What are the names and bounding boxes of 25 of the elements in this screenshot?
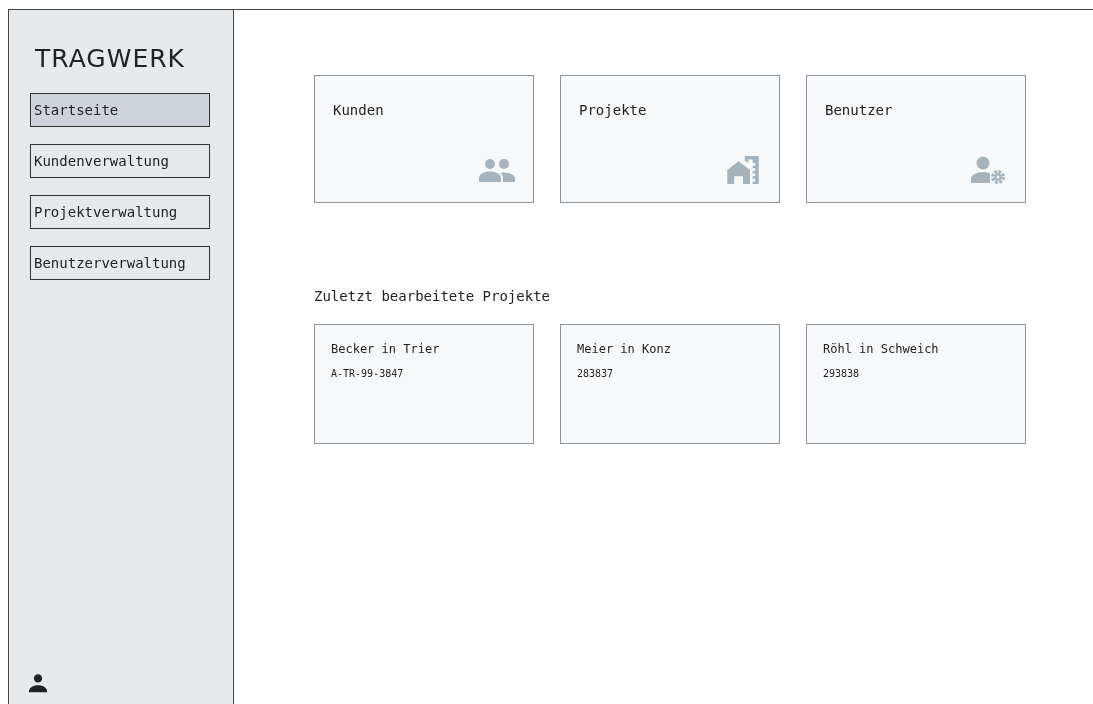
tile-label: Projekte <box>579 102 647 118</box>
user-icon[interactable] <box>27 672 49 694</box>
project-card[interactable]: Becker in Trier A-TR-99-3847 <box>314 324 534 444</box>
project-card[interactable]: Meier in Konz 283837 <box>560 324 780 444</box>
nav-item[interactable]: Benutzerverwaltung <box>30 246 210 280</box>
user-settings-icon <box>971 156 1007 184</box>
nav-item[interactable]: Startseite <box>30 93 210 127</box>
dashboard-tile[interactable]: Kunden <box>314 75 534 203</box>
project-name: Becker in Trier <box>331 342 440 356</box>
project-name: Meier in Konz <box>577 342 671 356</box>
project-number: A-TR-99-3847 <box>331 368 404 379</box>
people-icon <box>479 156 515 184</box>
section-heading: Zuletzt bearbeitete Projekte <box>314 288 551 304</box>
project-name: Röhl in Schweich <box>823 342 939 356</box>
house-icon <box>725 156 761 184</box>
project-number: 283837 <box>577 368 614 379</box>
tile-label: Kunden <box>333 102 384 118</box>
tile-label: Benutzer <box>825 102 893 118</box>
nav-item[interactable]: Projektverwaltung <box>30 195 210 229</box>
dashboard-tile[interactable]: Projekte <box>560 75 780 203</box>
dashboard-tile[interactable]: Benutzer <box>806 75 1026 203</box>
logo: TRAGWERK <box>35 44 185 73</box>
project-number: 293838 <box>823 368 860 379</box>
project-card[interactable]: Röhl in Schweich 293838 <box>806 324 1026 444</box>
nav-item[interactable]: Kundenverwaltung <box>30 144 210 178</box>
